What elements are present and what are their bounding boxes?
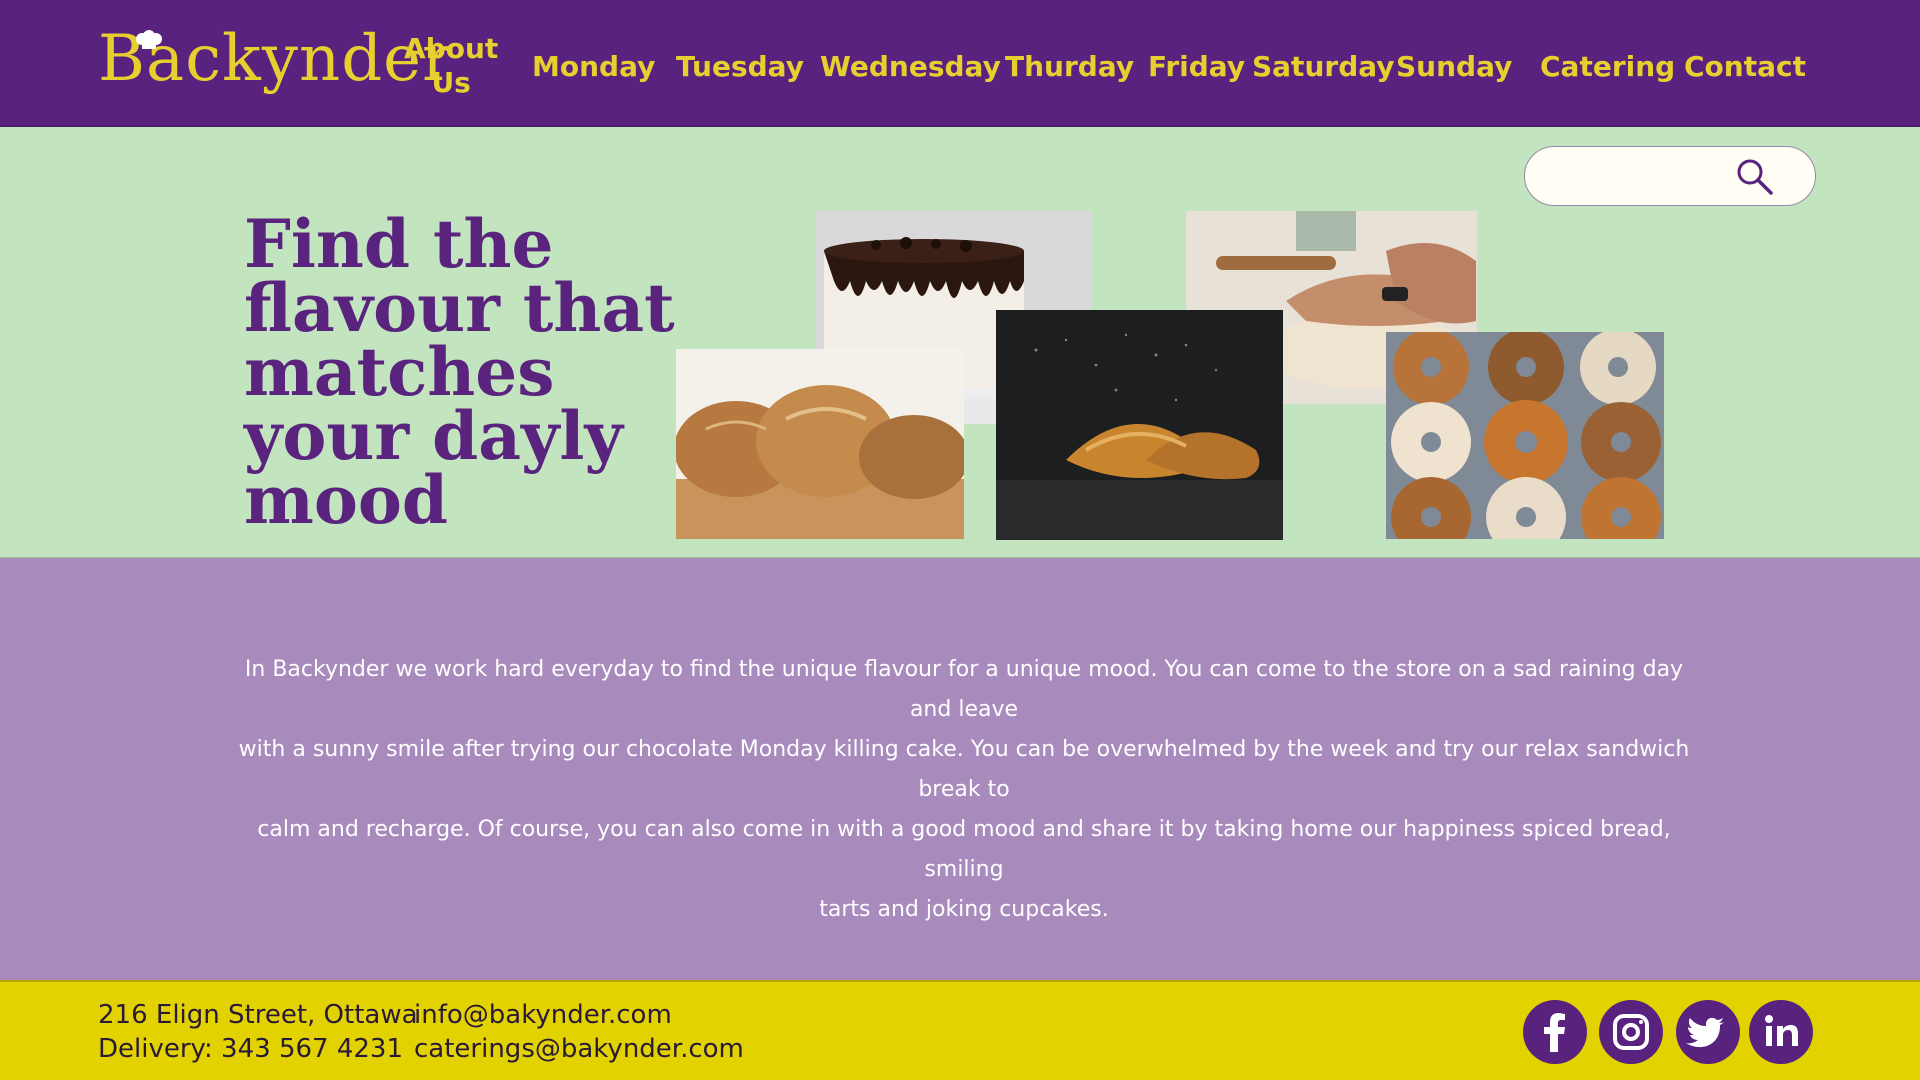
nav-contact[interactable]: Contact [1684, 50, 1806, 84]
nav-saturday[interactable]: Saturday [1252, 50, 1395, 84]
about-line-2: with a sunny smile after trying our choc… [238, 737, 1690, 802]
twitter-icon[interactable] [1676, 1000, 1740, 1064]
nav-sunday[interactable]: Sunday [1396, 50, 1512, 84]
instagram-icon[interactable] [1599, 1000, 1663, 1064]
nav-tuesday[interactable]: Tuesday [676, 50, 804, 84]
nav-about-line-1: About [404, 32, 499, 65]
footer-address: 216 Elign Street, Ottawa [98, 1000, 418, 1030]
nav-friday[interactable]: Friday [1148, 50, 1245, 84]
linkedin-icon[interactable] [1749, 1000, 1813, 1064]
headline-line-5: mood [244, 461, 449, 539]
top-navigation-bar: Backynder About Us Monday Tuesday Wednes… [0, 0, 1920, 127]
about-line-1: In Backynder we work hard everyday to fi… [244, 657, 1684, 722]
hero-headline: Find the flavour that matches your dayly… [244, 205, 684, 539]
bread-loaves-photo [676, 349, 964, 539]
headline-line-4: your dayly [244, 397, 623, 475]
nav-wednesday[interactable]: Wednesday [820, 50, 1001, 84]
nav-about-us[interactable]: About Us [404, 32, 498, 100]
headline-line-1: Find the [244, 205, 554, 283]
nav-monday[interactable]: Monday [532, 50, 655, 84]
about-section: In Backynder we work hard everyday to fi… [0, 558, 1920, 980]
headline-line-3: matches [244, 333, 555, 411]
bagels-photo [1386, 332, 1664, 539]
footer-email[interactable]: info@bakynder.com [414, 998, 672, 1032]
search-input[interactable] [1524, 146, 1816, 206]
about-line-4: tarts and joking cupcakes. [819, 897, 1109, 922]
search-icon[interactable] [1735, 157, 1775, 197]
about-paragraph: In Backynder we work hard everyday to fi… [236, 650, 1692, 930]
facebook-icon[interactable] [1523, 1000, 1587, 1064]
chef-hat-icon [136, 30, 162, 49]
nav-thursday[interactable]: Thurday [1005, 50, 1134, 84]
footer: 216 Elign Street, Ottawa Delivery: 343 5… [0, 980, 1920, 1080]
headline-line-2: flavour that [244, 269, 675, 347]
croissant-photo [996, 310, 1283, 540]
nav-about-line-2: Us [431, 66, 471, 99]
nav-catering[interactable]: Catering [1540, 50, 1675, 84]
footer-delivery-phone[interactable]: Delivery: 343 567 4231 [98, 1032, 403, 1066]
about-line-3: calm and recharge. Of course, you can al… [257, 817, 1671, 882]
footer-catering-email[interactable]: caterings@bakynder.com [414, 1032, 744, 1066]
